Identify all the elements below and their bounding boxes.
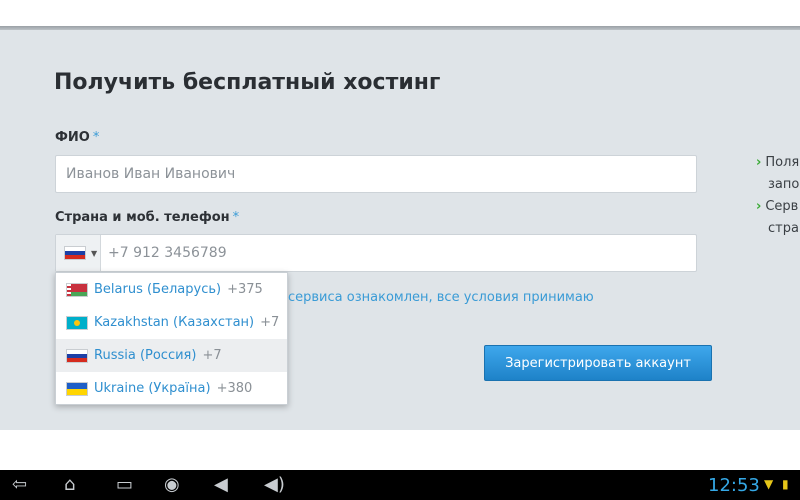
side-info-text: Поля xyxy=(765,155,800,170)
country-option-ukraine[interactable]: Ukraine (Україна) +380 xyxy=(56,372,287,405)
country-code: +7 xyxy=(202,348,222,363)
country-option-russia[interactable]: Russia (Россия) +7 xyxy=(56,339,287,372)
fio-input[interactable] xyxy=(55,155,697,193)
phone-input[interactable] xyxy=(55,234,697,272)
flag-ukraine-icon xyxy=(66,381,88,396)
phone-label-text: Страна и моб. телефон xyxy=(55,210,230,225)
chevron-right-icon: › xyxy=(756,199,762,214)
top-bar xyxy=(0,0,800,26)
country-select[interactable]: ▼ xyxy=(56,235,101,271)
country-dropdown: Belarus (Беларусь) +375 Kazakhstan (Каза… xyxy=(55,272,288,405)
country-code: +380 xyxy=(216,381,253,396)
flag-belarus-icon xyxy=(66,282,88,297)
side-info-line: запо xyxy=(756,177,799,192)
country-option-kazakhstan[interactable]: Kazakhstan (Казахстан) +7 xyxy=(56,306,287,339)
flag-russia-icon xyxy=(66,348,88,363)
signal-icon: ▼ xyxy=(764,477,774,491)
chevron-right-icon: › xyxy=(756,155,762,170)
country-name: Ukraine (Україна) xyxy=(94,381,211,396)
side-info-text: стра xyxy=(768,221,799,236)
form-title: Получить бесплатный хостинг xyxy=(54,70,441,95)
register-account-button[interactable]: Зарегистрировать аккаунт xyxy=(484,345,712,381)
side-info-text: Серв xyxy=(765,199,799,214)
fio-label: ФИО * xyxy=(55,130,99,145)
page-footer-band xyxy=(0,430,800,470)
side-info-line: › Серв xyxy=(756,199,798,214)
country-code: +375 xyxy=(227,282,263,297)
side-info-line: стра xyxy=(756,221,799,236)
home-icon[interactable]: ⌂ xyxy=(64,474,75,496)
caret-down-icon: ▼ xyxy=(91,248,98,258)
side-info-line: › Поля xyxy=(756,155,799,170)
clock: 12:53 xyxy=(708,475,760,496)
camera-icon[interactable]: ◉ xyxy=(164,474,180,496)
required-mark: * xyxy=(92,130,100,145)
country-option-belarus[interactable]: Belarus (Беларусь) +375 xyxy=(56,273,287,306)
volume-up-icon[interactable]: ◀) xyxy=(264,474,285,496)
country-name: Belarus (Беларусь) xyxy=(94,282,222,297)
flag-russia-icon xyxy=(64,246,86,260)
country-name: Kazakhstan (Казахстан) xyxy=(94,315,255,330)
fio-label-text: ФИО xyxy=(55,130,90,145)
country-name: Russia (Россия) xyxy=(94,348,197,363)
required-mark: * xyxy=(232,210,240,225)
flag-kazakhstan-icon xyxy=(66,315,88,330)
recent-apps-icon[interactable]: ▭ xyxy=(116,474,133,496)
terms-link[interactable]: сервиса ознакомлен, все условия принимаю xyxy=(288,290,594,305)
battery-icon: ▮ xyxy=(782,477,789,491)
volume-down-icon[interactable]: ◀ xyxy=(214,474,228,496)
country-code: +7 xyxy=(260,315,280,330)
phone-label: Страна и моб. телефон * xyxy=(55,210,239,225)
side-info-text: запо xyxy=(768,177,800,192)
back-icon[interactable]: ⇦ xyxy=(12,474,27,496)
